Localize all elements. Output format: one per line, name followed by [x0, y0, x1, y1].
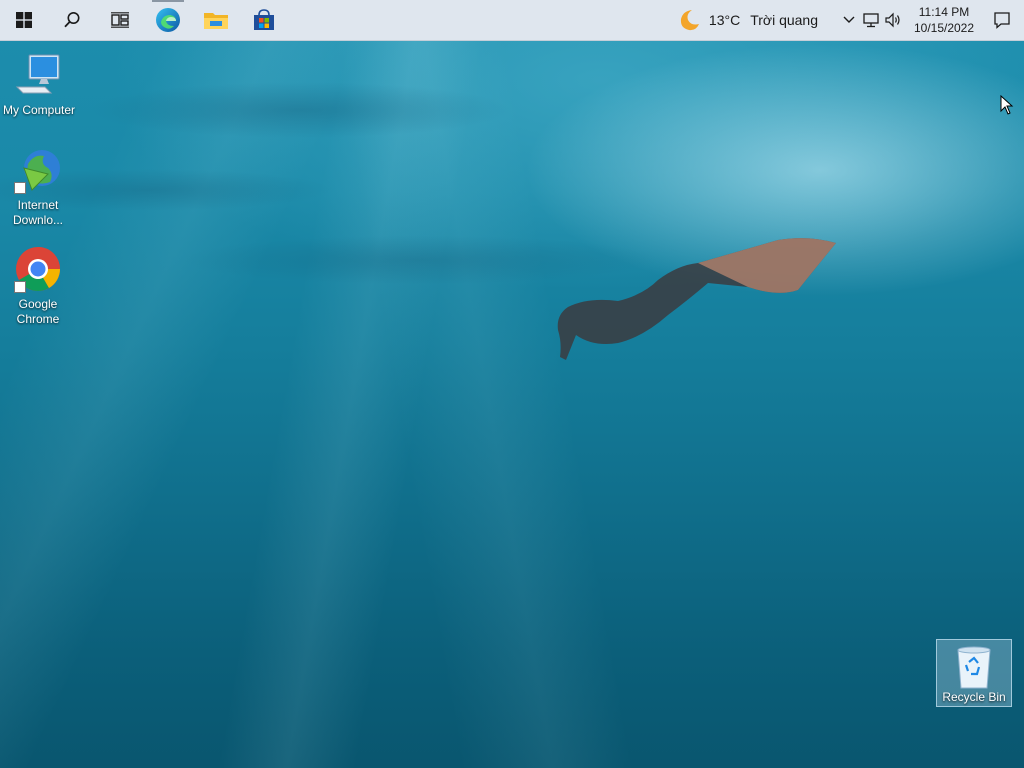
- taskbar-file-explorer-button[interactable]: [192, 0, 240, 40]
- desktop-icon-label: Recycle Bin: [942, 690, 1006, 704]
- weather-widget[interactable]: 13°C Trời quang: [677, 8, 818, 32]
- windows-logo-icon: [16, 12, 32, 28]
- volume-button[interactable]: [882, 0, 904, 40]
- mouse-cursor-icon: [1000, 95, 1014, 115]
- shortcut-arrow-icon: [14, 281, 26, 293]
- desktop-icon-my-computer[interactable]: My Computer: [1, 51, 77, 118]
- recycle-bin-icon: [957, 646, 991, 689]
- chevron-up-icon: [843, 16, 855, 23]
- wallpaper-diver: [557, 238, 836, 360]
- desktop-icon-recycle-bin[interactable]: Recycle Bin: [936, 639, 1012, 707]
- weather-condition-text: Trời quang: [750, 12, 818, 28]
- edge-icon: [156, 8, 180, 32]
- taskbar-edge-button[interactable]: [144, 0, 192, 40]
- taskbar-store-button[interactable]: [240, 0, 288, 40]
- speaker-icon: [885, 12, 900, 28]
- wallpaper-light-rays: [0, 40, 1024, 768]
- microsoft-store-icon: [254, 9, 274, 30]
- search-icon: [64, 12, 80, 28]
- desktop-icon-label: My Computer: [2, 103, 76, 117]
- taskbar: 13°C Trời quang 11:14 PM 10/15/2022: [0, 0, 1024, 41]
- clock-time: 11:14 PM: [918, 5, 970, 19]
- computer-icon: [15, 54, 60, 94]
- start-button[interactable]: [0, 0, 48, 40]
- desktop-icon-label: Google Chrome: [16, 297, 60, 326]
- widgets-button[interactable]: [96, 0, 144, 40]
- wallpaper-waves: [0, 40, 1024, 300]
- network-button[interactable]: [860, 0, 882, 40]
- clock-date: 10/15/2022: [913, 21, 975, 35]
- shortcut-arrow-icon: [14, 182, 26, 194]
- desktop-icon-google-chrome[interactable]: Google Chrome: [0, 245, 76, 327]
- temperature-text: 13°C: [708, 12, 741, 28]
- notification-center-button[interactable]: [980, 0, 1024, 40]
- widgets-icon: [111, 12, 129, 28]
- clock[interactable]: 11:14 PM 10/15/2022: [908, 4, 980, 36]
- network-icon: [863, 13, 879, 28]
- desktop-icon-internet-download-manager[interactable]: Internet Downlo...: [0, 146, 76, 228]
- notification-icon: [994, 12, 1010, 29]
- moon-icon: [680, 10, 699, 31]
- system-tray: 13°C Trời quang 11:14 PM 10/15/2022: [677, 0, 1024, 40]
- desktop-icon-label: Internet Downlo...: [12, 198, 64, 227]
- search-button[interactable]: [48, 0, 96, 40]
- show-hidden-icons-button[interactable]: [838, 0, 860, 40]
- file-explorer-icon: [204, 13, 228, 29]
